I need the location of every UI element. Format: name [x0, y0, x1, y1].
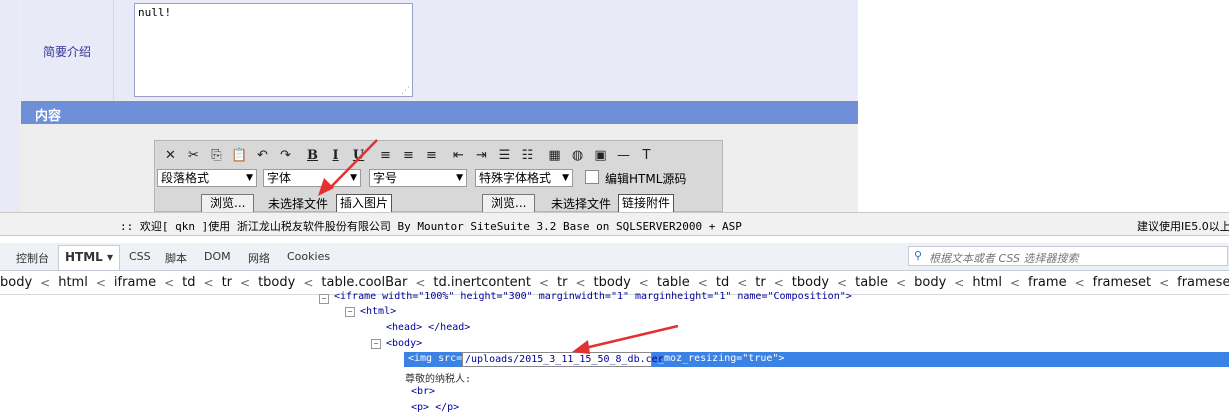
red-arrow-2-head [572, 340, 590, 354]
red-arrow-1-head [318, 178, 334, 196]
red-arrow-2 [584, 324, 679, 350]
red-arrow-1 [327, 139, 378, 191]
annotation-arrows [318, 139, 679, 354]
